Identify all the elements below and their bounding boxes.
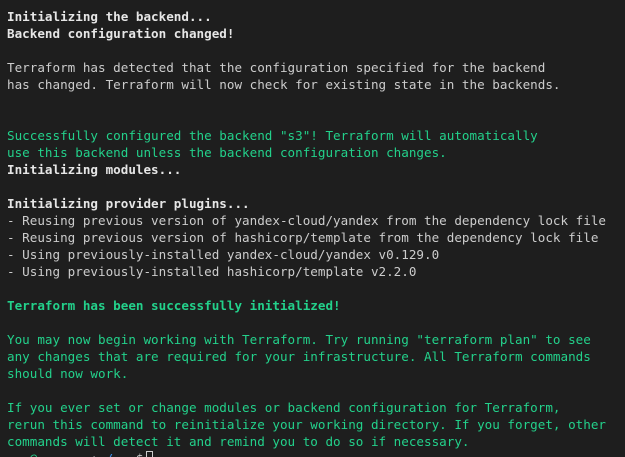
output-line: Initializing the backend... xyxy=(7,9,212,24)
text-cursor xyxy=(145,451,153,457)
output-line: - Reusing previous version of hashicorp/… xyxy=(7,230,599,245)
output-line: should now work. xyxy=(7,366,129,381)
output-line: Backend configuration changed! xyxy=(7,26,235,41)
output-line: Initializing modules... xyxy=(7,162,182,177)
terminal-output: Initializing the backend... Backend confi… xyxy=(7,8,625,450)
output-line: Successfully configured the backend "s3"… xyxy=(7,128,538,143)
output-line: You may now begin working with Terraform… xyxy=(7,332,591,347)
terminal-window[interactable]: Initializing the backend... Backend confi… xyxy=(0,0,625,457)
prompt-symbol: $ xyxy=(136,451,144,457)
command-prompt[interactable]: ...@...-...:~/...$ xyxy=(7,450,625,457)
output-line: rerun this command to reinitialize your … xyxy=(7,417,606,432)
output-line: - Using previously-installed yandex-clou… xyxy=(7,247,440,262)
prompt-path: ~/... xyxy=(98,451,136,457)
output-line: - Using previously-installed hashicorp/t… xyxy=(7,264,417,279)
output-line: Initializing provider plugins... xyxy=(7,196,250,211)
output-line: Terraform has been successfully initiali… xyxy=(7,298,341,313)
prompt-user-host: ...@...-... xyxy=(7,451,90,457)
output-line: use this backend unless the backend conf… xyxy=(7,145,447,160)
output-line: any changes that are required for your i… xyxy=(7,349,591,364)
output-line: Terraform has detected that the configur… xyxy=(7,60,546,75)
output-line: If you ever set or change modules or bac… xyxy=(7,400,561,415)
output-line: commands will detect it and remind you t… xyxy=(7,434,470,449)
output-line: has changed. Terraform will now check fo… xyxy=(7,77,561,92)
output-line: - Reusing previous version of yandex-clo… xyxy=(7,213,606,228)
